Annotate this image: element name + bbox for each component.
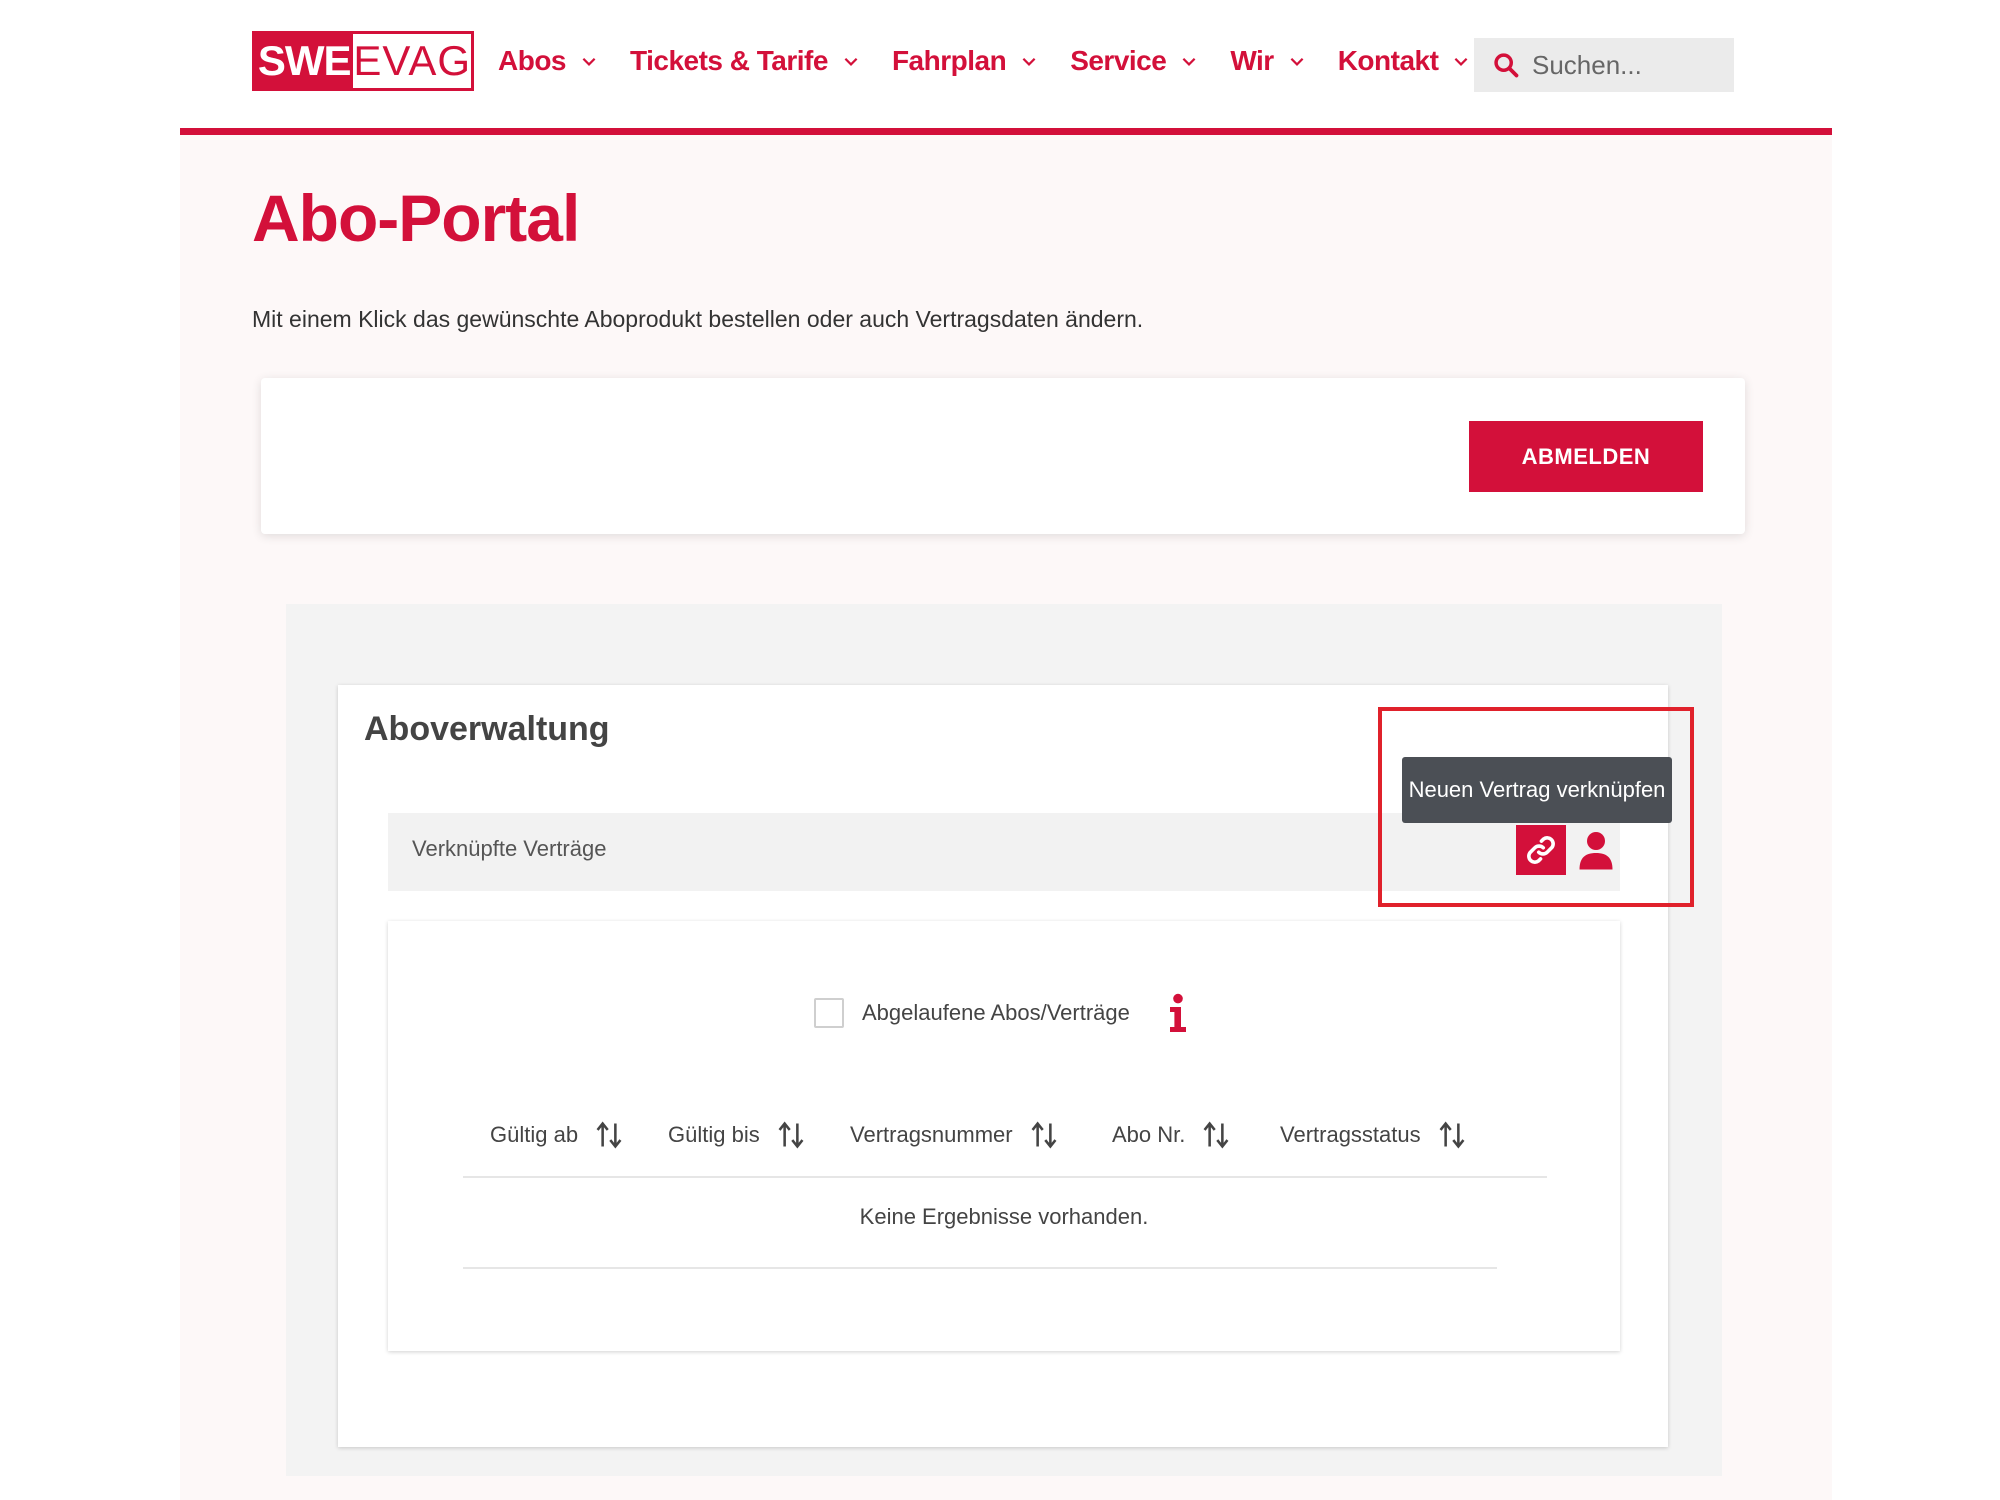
expired-label: Abgelaufene Abos/Verträge — [862, 1000, 1130, 1025]
contracts-table-card: Abgelaufene Abos/Verträge Gültig ab Gült… — [388, 921, 1620, 1351]
column-header-abo-nr[interactable]: Abo Nr. — [1112, 1121, 1229, 1149]
expired-filter: Abgelaufene Abos/Verträge — [814, 993, 1188, 1033]
nav-item-abos[interactable]: Abos — [498, 45, 598, 77]
sort-icon — [778, 1121, 804, 1149]
chevron-down-icon — [1455, 57, 1468, 66]
nav-item-label: Abos — [498, 45, 567, 76]
sort-icon — [1439, 1121, 1465, 1149]
swe-evag-logo[interactable]: SWE EVAG — [252, 31, 474, 91]
chevron-down-icon — [1182, 57, 1196, 66]
site-header: SWE EVAG Abos Tickets & Tarife Fahrplan … — [0, 0, 2000, 135]
column-header-label: Vertragsstatus — [1280, 1122, 1421, 1147]
column-header-vertragsnummer[interactable]: Vertragsnummer — [850, 1121, 1057, 1149]
column-header-label: Gültig ab — [490, 1122, 579, 1147]
table-footer-divider — [463, 1267, 1497, 1269]
expired-checkbox[interactable] — [814, 998, 844, 1028]
table-header-divider — [463, 1176, 1547, 1178]
nav-item-kontakt[interactable]: Kontakt — [1338, 45, 1471, 77]
abo-management-title: Aboverwaltung — [364, 710, 610, 748]
column-header-label: Vertragsnummer — [850, 1122, 1013, 1147]
search-input[interactable] — [1532, 49, 1722, 81]
linked-contracts-label: Verknüpfte Verträge — [412, 836, 607, 861]
nav-item-tickets-tarife[interactable]: Tickets & Tarife — [630, 45, 860, 77]
column-header-label: Gültig bis — [668, 1122, 760, 1147]
nav-item-wir[interactable]: Wir — [1230, 45, 1305, 77]
main-nav: Abos Tickets & Tarife Fahrplan Service W… — [498, 38, 1502, 84]
sort-icon — [1031, 1121, 1057, 1149]
logo-swe-text: SWE — [255, 34, 354, 88]
sort-icon — [596, 1121, 622, 1149]
login-card: ABMELDEN — [261, 378, 1745, 534]
column-header-vertragsstatus[interactable]: Vertragsstatus — [1280, 1121, 1465, 1149]
chevron-down-icon — [582, 57, 596, 66]
nav-item-label: Kontakt — [1337, 45, 1439, 76]
search-icon[interactable] — [1492, 51, 1520, 79]
logout-button[interactable]: ABMELDEN — [1469, 421, 1703, 492]
nav-item-label: Tickets & Tarife — [630, 45, 828, 76]
empty-results-message: Keine Ergebnisse vorhanden. — [859, 1204, 1149, 1229]
page: SWE EVAG Abos Tickets & Tarife Fahrplan … — [0, 0, 2000, 1500]
column-header-gueltig-bis[interactable]: Gültig bis — [668, 1121, 804, 1149]
header-divider — [180, 128, 1832, 135]
column-header-label: Abo Nr. — [1112, 1122, 1186, 1147]
search-box — [1474, 38, 1734, 92]
nav-item-service[interactable]: Service — [1070, 45, 1198, 77]
highlight-box — [1378, 707, 1694, 907]
page-title: Abo-Portal — [252, 181, 580, 255]
column-header-gueltig-ab[interactable]: Gültig ab — [490, 1121, 622, 1149]
chevron-down-icon — [844, 57, 858, 66]
nav-item-fahrplan[interactable]: Fahrplan — [892, 45, 1038, 77]
page-intro: Mit einem Klick das gewünschte Aboproduk… — [252, 306, 1144, 332]
info-icon[interactable] — [1168, 993, 1188, 1033]
logo-evag-text: EVAG — [353, 37, 471, 84]
chevron-down-icon — [1022, 57, 1036, 66]
nav-item-label: Fahrplan — [891, 45, 1007, 76]
sort-icon — [1203, 1121, 1229, 1149]
chevron-down-icon — [1290, 57, 1304, 66]
nav-item-label: Wir — [1230, 45, 1274, 76]
nav-item-label: Service — [1070, 45, 1167, 76]
